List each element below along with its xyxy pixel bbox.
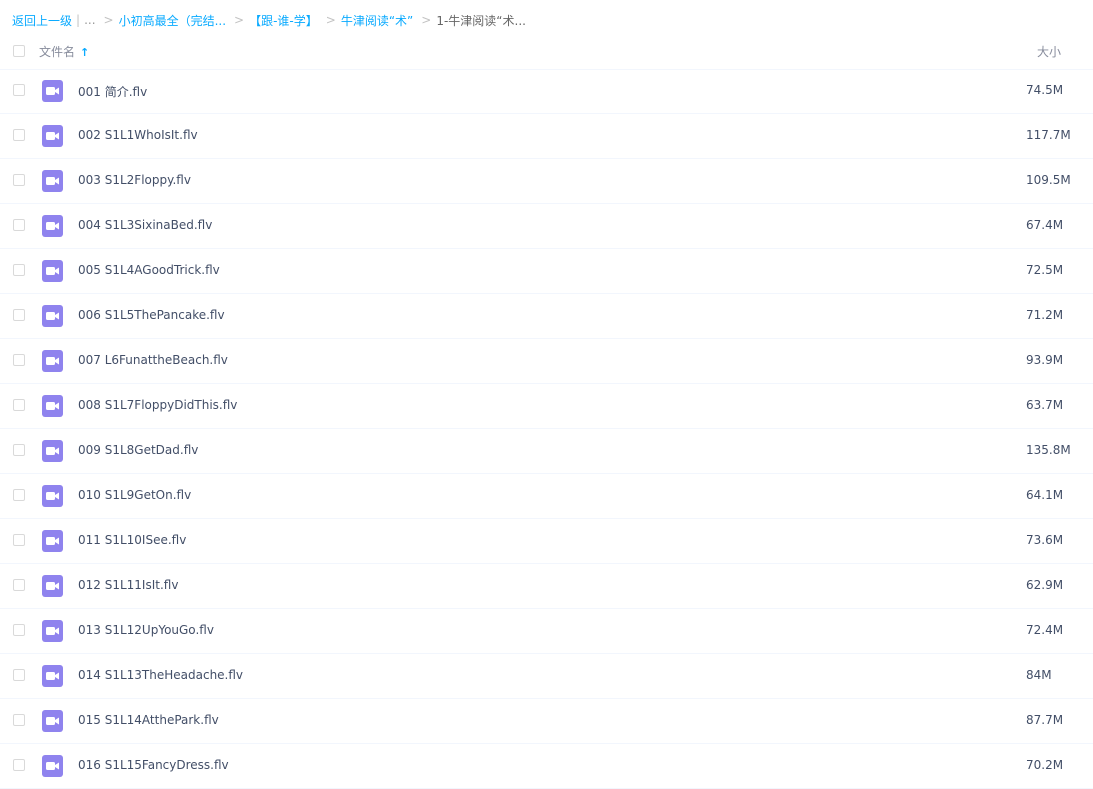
back-link[interactable]: 返回上一级 bbox=[12, 12, 72, 29]
file-name[interactable]: 016 S1L15FancyDress.flv bbox=[78, 758, 229, 772]
video-file-icon bbox=[42, 620, 63, 642]
size-column-label[interactable]: 大小 bbox=[1037, 43, 1061, 60]
file-size: 70.2M bbox=[1026, 758, 1064, 772]
file-size: 63.7M bbox=[1026, 398, 1064, 412]
file-row[interactable]: 002 S1L1WhoIsIt.flv 117.7M bbox=[0, 114, 1093, 159]
file-list: 001 简介.flv 74.5M 002 S1L1WhoIsIt.flv 117.7M… bbox=[0, 69, 1093, 789]
file-row[interactable]: 001 简介.flv 74.5M bbox=[0, 69, 1093, 114]
row-checkbox[interactable] bbox=[13, 669, 25, 681]
video-file-icon bbox=[42, 710, 63, 732]
sort-by-name[interactable]: 文件名 ↑ bbox=[39, 43, 89, 60]
row-checkbox[interactable] bbox=[13, 534, 25, 546]
file-row[interactable]: 016 S1L15FancyDress.flv 70.2M bbox=[0, 744, 1093, 789]
chevron-right-icon: > bbox=[234, 13, 245, 27]
row-checkbox[interactable] bbox=[13, 759, 25, 771]
video-file-icon bbox=[42, 485, 63, 507]
file-row[interactable]: 015 S1L14AtthePark.flv 87.7M bbox=[0, 699, 1093, 744]
video-file-icon bbox=[42, 215, 63, 237]
video-file-icon bbox=[42, 530, 63, 552]
breadcrumb-separator: | bbox=[76, 13, 81, 27]
row-checkbox[interactable] bbox=[13, 489, 25, 501]
file-name[interactable]: 005 S1L4AGoodTrick.flv bbox=[78, 263, 220, 277]
file-size: 64.1M bbox=[1026, 488, 1064, 502]
file-name[interactable]: 011 S1L10ISee.flv bbox=[78, 533, 186, 547]
file-size: 72.4M bbox=[1026, 623, 1064, 637]
video-file-icon bbox=[42, 350, 63, 372]
file-row[interactable]: 009 S1L8GetDad.flv 135.8M bbox=[0, 429, 1093, 474]
file-row[interactable]: 006 S1L5ThePancake.flv 71.2M bbox=[0, 294, 1093, 339]
file-size: 74.5M bbox=[1026, 83, 1064, 97]
breadcrumb: 返回上一级 | ... > 小初高最全（完结... > 【跟-谁-学】 > 牛津… bbox=[12, 11, 526, 29]
row-checkbox[interactable] bbox=[13, 174, 25, 186]
video-file-icon bbox=[42, 395, 63, 417]
file-row[interactable]: 003 S1L2Floppy.flv 109.5M bbox=[0, 159, 1093, 204]
file-name[interactable]: 002 S1L1WhoIsIt.flv bbox=[78, 128, 198, 142]
file-row[interactable]: 005 S1L4AGoodTrick.flv 72.5M bbox=[0, 249, 1093, 294]
row-checkbox[interactable] bbox=[13, 129, 25, 141]
file-row[interactable]: 010 S1L9GetOn.flv 64.1M bbox=[0, 474, 1093, 519]
name-column-label: 文件名 bbox=[39, 45, 76, 59]
video-file-icon bbox=[42, 575, 63, 597]
row-checkbox[interactable] bbox=[13, 84, 25, 96]
file-name[interactable]: 010 S1L9GetOn.flv bbox=[78, 488, 191, 502]
breadcrumb-current: 1-牛津阅读“术... bbox=[436, 13, 526, 28]
row-checkbox[interactable] bbox=[13, 264, 25, 276]
file-row[interactable]: 007 L6FunattheBeach.flv 93.9M bbox=[0, 339, 1093, 384]
video-file-icon bbox=[42, 80, 63, 102]
file-size: 71.2M bbox=[1026, 308, 1064, 322]
file-name[interactable]: 015 S1L14AtthePark.flv bbox=[78, 713, 219, 727]
file-size: 67.4M bbox=[1026, 218, 1064, 232]
file-name[interactable]: 006 S1L5ThePancake.flv bbox=[78, 308, 225, 322]
row-checkbox[interactable] bbox=[13, 444, 25, 456]
file-size: 62.9M bbox=[1026, 578, 1064, 592]
file-size: 117.7M bbox=[1026, 128, 1071, 142]
file-row[interactable]: 012 S1L11IsIt.flv 62.9M bbox=[0, 564, 1093, 609]
file-name[interactable]: 008 S1L7FloppyDidThis.flv bbox=[78, 398, 237, 412]
row-checkbox[interactable] bbox=[13, 354, 25, 366]
select-all-checkbox[interactable] bbox=[13, 45, 25, 57]
file-size: 135.8M bbox=[1026, 443, 1071, 457]
row-checkbox[interactable] bbox=[13, 714, 25, 726]
video-file-icon bbox=[42, 305, 63, 327]
video-file-icon bbox=[42, 440, 63, 462]
file-row[interactable]: 013 S1L12UpYouGo.flv 72.4M bbox=[0, 609, 1093, 654]
video-file-icon bbox=[42, 260, 63, 282]
file-name[interactable]: 001 简介.flv bbox=[78, 83, 147, 100]
file-row[interactable]: 008 S1L7FloppyDidThis.flv 63.7M bbox=[0, 384, 1093, 429]
file-name[interactable]: 012 S1L11IsIt.flv bbox=[78, 578, 178, 592]
row-checkbox[interactable] bbox=[13, 309, 25, 321]
video-file-icon bbox=[42, 170, 63, 192]
video-file-icon bbox=[42, 755, 63, 777]
breadcrumb-item[interactable]: 牛津阅读“术” bbox=[341, 12, 413, 29]
video-file-icon bbox=[42, 125, 63, 147]
chevron-right-icon: > bbox=[421, 13, 432, 27]
row-checkbox[interactable] bbox=[13, 219, 25, 231]
file-name[interactable]: 004 S1L3SixinaBed.flv bbox=[78, 218, 212, 232]
file-name[interactable]: 014 S1L13TheHeadache.flv bbox=[78, 668, 243, 682]
row-checkbox[interactable] bbox=[13, 579, 25, 591]
chevron-right-icon: > bbox=[325, 13, 336, 27]
file-list-header: 文件名 ↑ 大小 bbox=[0, 34, 1093, 70]
breadcrumb-item[interactable]: 小初高最全（完结... bbox=[119, 12, 226, 29]
row-checkbox[interactable] bbox=[13, 399, 25, 411]
file-row[interactable]: 011 S1L10ISee.flv 73.6M bbox=[0, 519, 1093, 564]
chevron-right-icon: > bbox=[103, 13, 114, 27]
file-size: 73.6M bbox=[1026, 533, 1064, 547]
file-size: 72.5M bbox=[1026, 263, 1064, 277]
breadcrumb-item[interactable]: 【跟-谁-学】 bbox=[249, 12, 318, 29]
file-row[interactable]: 004 S1L3SixinaBed.flv 67.4M bbox=[0, 204, 1093, 249]
file-name[interactable]: 009 S1L8GetDad.flv bbox=[78, 443, 198, 457]
sort-ascending-icon: ↑ bbox=[80, 46, 90, 59]
file-name[interactable]: 007 L6FunattheBeach.flv bbox=[78, 353, 228, 367]
file-name[interactable]: 013 S1L12UpYouGo.flv bbox=[78, 623, 214, 637]
file-size: 84M bbox=[1026, 668, 1052, 682]
file-size: 93.9M bbox=[1026, 353, 1064, 367]
file-name[interactable]: 003 S1L2Floppy.flv bbox=[78, 173, 191, 187]
breadcrumb-ellipsis[interactable]: ... bbox=[84, 13, 95, 27]
row-checkbox[interactable] bbox=[13, 624, 25, 636]
file-row[interactable]: 014 S1L13TheHeadache.flv 84M bbox=[0, 654, 1093, 699]
file-size: 109.5M bbox=[1026, 173, 1071, 187]
video-file-icon bbox=[42, 665, 63, 687]
file-size: 87.7M bbox=[1026, 713, 1064, 727]
